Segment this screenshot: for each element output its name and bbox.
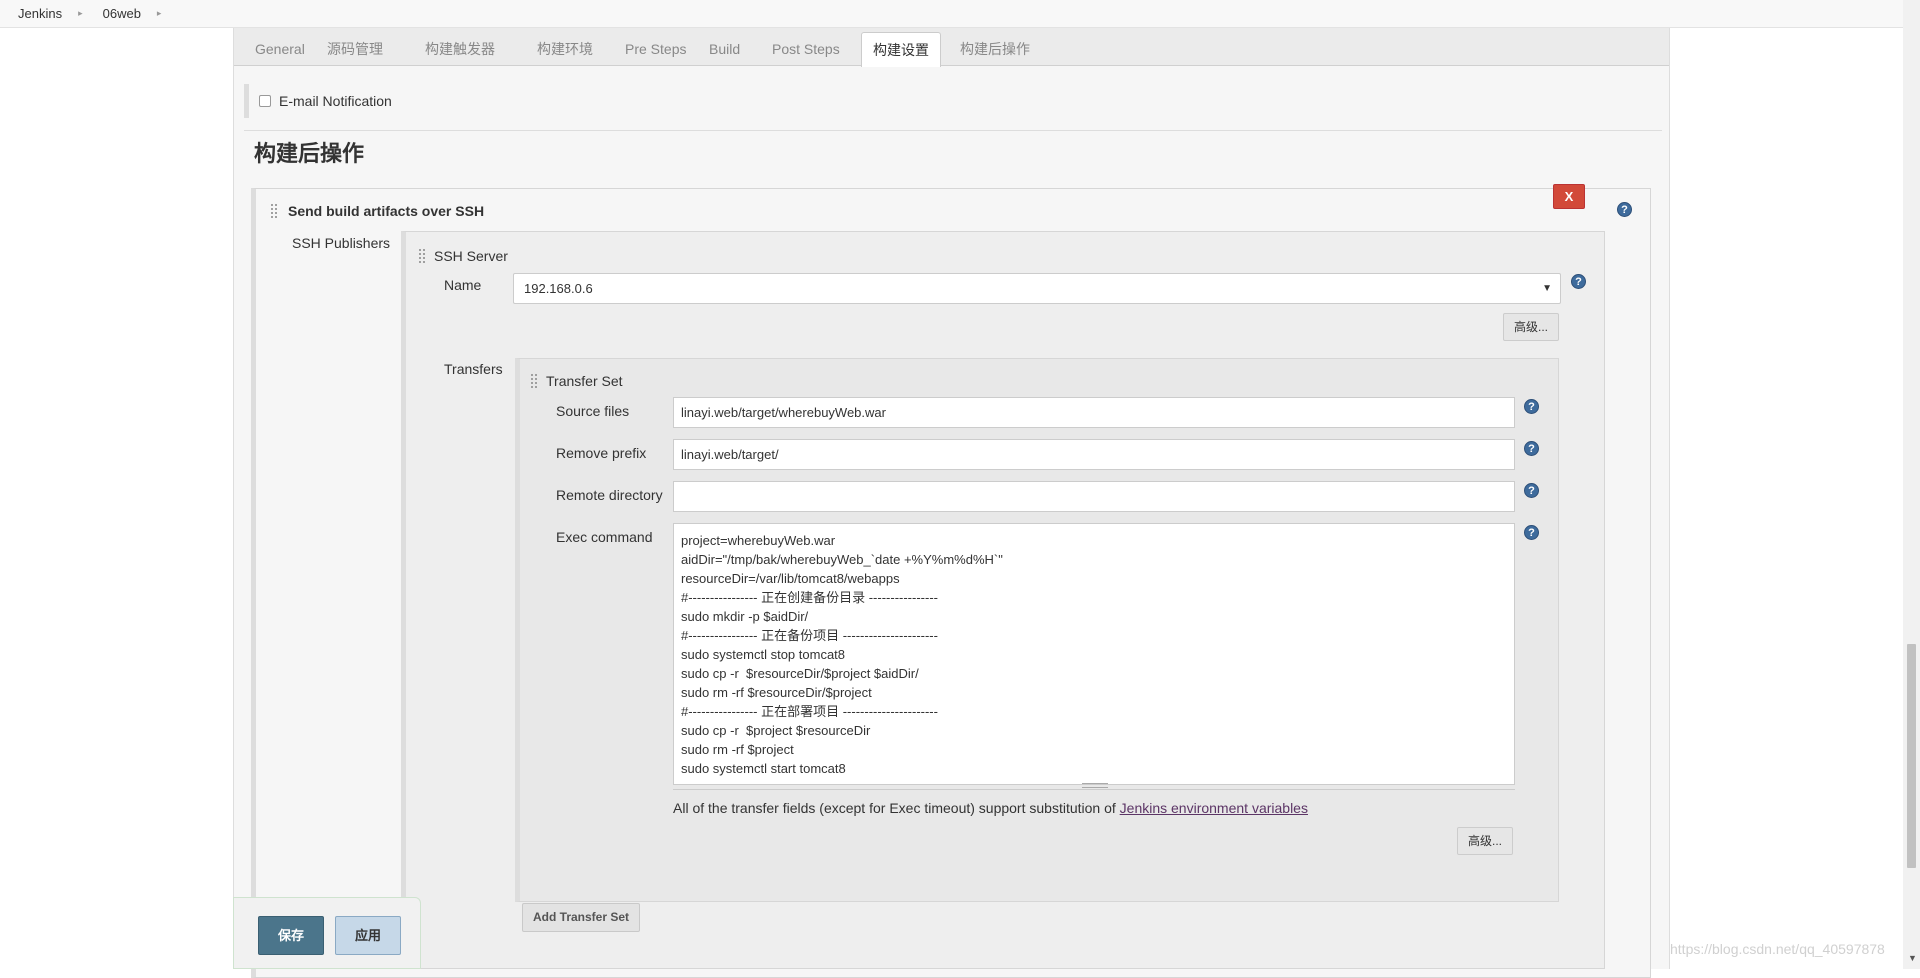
help-icon[interactable]: ? (1617, 202, 1632, 217)
page-scrollbar[interactable]: ▼ (1903, 0, 1920, 969)
exec-command-line: sudo cp -r $project $resourceDir (681, 723, 871, 738)
tab-build-settings[interactable]: 构建设置 (861, 32, 941, 67)
email-notification-row: E-mail Notification (244, 84, 1644, 118)
exec-command-line: #---------------- 正在备份项目 ---------------… (681, 628, 938, 643)
scrollbar-thumb[interactable] (1907, 644, 1916, 868)
help-icon[interactable]: ? (1524, 483, 1539, 498)
name-label: Name (444, 277, 482, 293)
chevron-right-icon[interactable]: ▸ (78, 8, 83, 19)
remove-prefix-input[interactable]: linayi.web/target/ (673, 439, 1515, 470)
tab-pre-steps[interactable]: Pre Steps (614, 32, 697, 66)
exec-command-line: sudo cp -r $resourceDir/$project $aidDir… (681, 666, 919, 681)
delete-step-button[interactable]: X (1553, 184, 1585, 209)
tab-scm[interactable]: 源码管理 (316, 32, 394, 66)
ssh-server-name-select[interactable]: 192.168.0.6 ▼ (513, 273, 1561, 304)
breadcrumb-jenkins[interactable]: Jenkins (18, 6, 62, 21)
transfer-set-title: Transfer Set (546, 373, 623, 389)
env-variables-note: All of the transfer fields (except for E… (673, 800, 1308, 816)
ssh-server-title: SSH Server (434, 248, 508, 264)
help-icon[interactable]: ? (1524, 399, 1539, 414)
exec-command-line: aidDir="/tmp/bak/wherebuyWeb_`date +%Y%m… (681, 552, 1003, 567)
chevron-right-icon[interactable]: ▸ (157, 8, 162, 19)
divider (244, 130, 1662, 131)
exec-command-label: Exec command (556, 529, 653, 545)
server-advanced-button[interactable]: 高级... (1503, 313, 1560, 341)
exec-command-line: #---------------- 正在部署项目 ---------------… (681, 704, 938, 719)
tab-build-env[interactable]: 构建环境 (526, 32, 604, 66)
exec-command-line: resourceDir=/var/lib/tomcat8/webapps (681, 571, 900, 586)
env-note-text: All of the transfer fields (except for E… (673, 800, 1120, 816)
exec-command-line: project=wherebuyWeb.war (681, 533, 836, 548)
drag-handle-icon[interactable] (270, 203, 278, 219)
ssh-server-header: SSH Server (418, 248, 508, 264)
drag-handle-icon[interactable] (530, 373, 538, 389)
email-notification-checkbox[interactable] (259, 95, 271, 107)
tab-general[interactable]: General (244, 32, 316, 66)
breadcrumb: Jenkins ▸ 06web ▸ (0, 0, 1920, 28)
scroll-down-arrow-icon[interactable]: ▼ (1908, 953, 1917, 963)
ssh-server-name-value: 192.168.0.6 (524, 281, 593, 296)
exec-command-line: sudo rm -rf $project (681, 742, 794, 757)
transfers-label: Transfers (444, 361, 503, 377)
add-transfer-set-button[interactable]: Add Transfer Set (522, 903, 641, 932)
transfer-advanced-button[interactable]: 高级... (1457, 827, 1514, 855)
remove-prefix-label: Remove prefix (556, 445, 647, 461)
tab-post-steps[interactable]: Post Steps (761, 32, 851, 66)
exec-command-line: sudo systemctl stop tomcat8 (681, 647, 846, 662)
tab-bar: General 源码管理 构建触发器 构建环境 Pre Steps Build … (234, 28, 1669, 67)
apply-button[interactable]: 应用 (335, 916, 401, 955)
tab-triggers[interactable]: 构建触发器 (414, 32, 506, 66)
tab-build[interactable]: Build (698, 32, 751, 66)
tab-post-build[interactable]: 构建后操作 (949, 32, 1041, 66)
exec-command-line: #---------------- 正在创建备份目录 -------------… (681, 590, 938, 605)
remote-directory-label: Remote directory (556, 487, 663, 503)
save-button[interactable]: 保存 (258, 916, 324, 955)
dropdown-arrow-icon: ▼ (1542, 283, 1552, 294)
env-variables-link[interactable]: Jenkins environment variables (1120, 800, 1308, 816)
exec-command-line: sudo rm -rf $resourceDir/$project (681, 685, 872, 700)
transfer-set-header: Transfer Set (530, 373, 623, 389)
section-title: 构建后操作 (254, 141, 365, 166)
breadcrumb-job[interactable]: 06web (103, 6, 141, 21)
ssh-publisher-title: Send build artifacts over SSH (288, 203, 485, 219)
ssh-publishers-label: SSH Publishers (292, 235, 391, 251)
drag-handle-icon[interactable] (418, 248, 426, 264)
email-notification-label: E-mail Notification (279, 93, 392, 109)
help-icon[interactable]: ? (1524, 441, 1539, 456)
help-icon[interactable]: ? (1524, 525, 1539, 540)
remote-directory-input[interactable] (673, 481, 1515, 512)
help-icon[interactable]: ? (1571, 274, 1586, 289)
source-files-input[interactable]: linayi.web/target/wherebuyWeb.war (673, 397, 1515, 428)
source-files-label: Source files (556, 403, 630, 419)
exec-command-line: sudo mkdir -p $aidDir/ (681, 609, 809, 624)
watermark: https://blog.csdn.net/qq_40597878 (1670, 941, 1885, 957)
exec-command-line: sudo systemctl start tomcat8 (681, 761, 846, 776)
ssh-publisher-header: Send build artifacts over SSH (270, 203, 484, 219)
exec-command-textarea[interactable]: project=wherebuyWeb.war aidDir="/tmp/bak… (673, 523, 1515, 785)
resize-grip-icon[interactable] (1082, 783, 1108, 788)
